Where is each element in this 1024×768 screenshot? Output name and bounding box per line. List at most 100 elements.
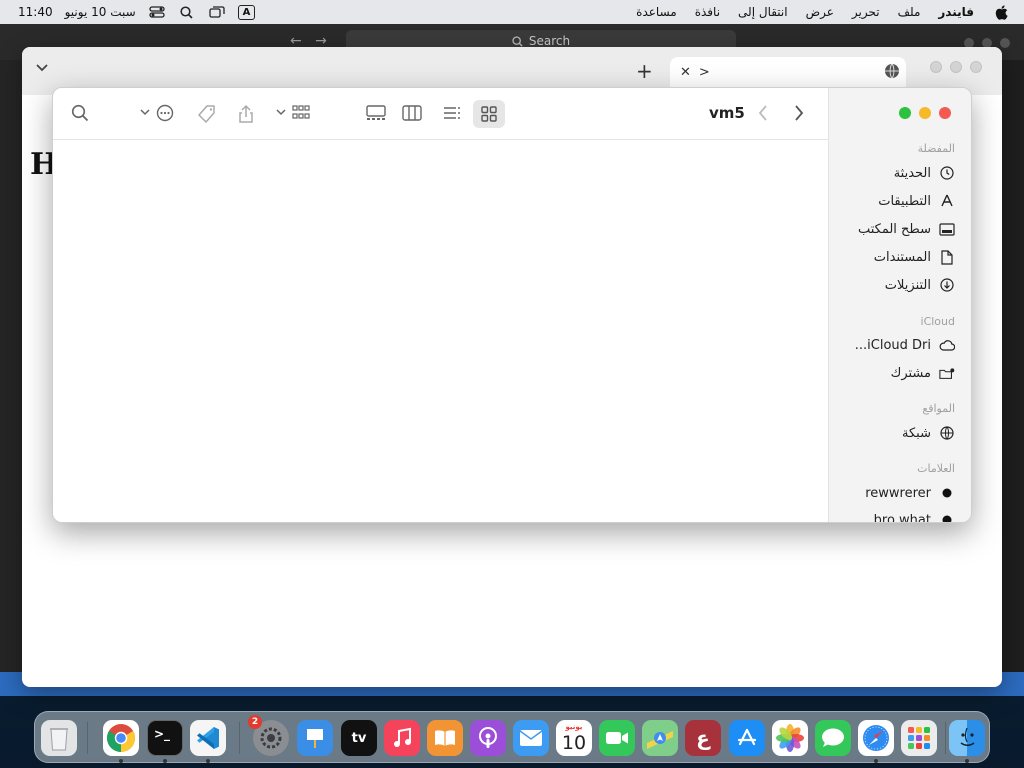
apple-tv-label: tv bbox=[351, 730, 367, 746]
calendar-icon[interactable]: يونيو 10 bbox=[556, 720, 592, 756]
input-source-badge[interactable]: A bbox=[237, 4, 256, 20]
menu-file[interactable]: ملف bbox=[898, 5, 921, 19]
search-icon bbox=[512, 35, 523, 47]
action-menu-button[interactable] bbox=[139, 104, 175, 122]
terminal-icon[interactable]: >_ bbox=[147, 720, 183, 756]
apple-tv-icon[interactable]: tv bbox=[341, 720, 377, 756]
sidebar-item-label: iCloud Dri... bbox=[854, 337, 931, 353]
sidebar-item-tag[interactable]: bro what bbox=[873, 509, 955, 523]
close-button[interactable] bbox=[939, 107, 951, 119]
sidebar-item-label: bro what bbox=[873, 512, 931, 523]
menu-edit[interactable]: تحرير bbox=[852, 5, 880, 19]
zoom-button[interactable] bbox=[899, 107, 911, 119]
icon-view-button[interactable] bbox=[473, 100, 505, 128]
sidebar-item-recents[interactable]: الحديثة bbox=[894, 162, 955, 184]
running-indicator bbox=[119, 759, 123, 763]
search-icon[interactable] bbox=[71, 104, 89, 122]
tag-icon[interactable] bbox=[197, 104, 217, 124]
menu-view[interactable]: عرض bbox=[806, 5, 834, 19]
books-icon[interactable] bbox=[427, 720, 463, 756]
running-indicator bbox=[965, 759, 969, 763]
tab-list-chevron-icon[interactable] bbox=[36, 61, 48, 75]
sidebar-item-label: rewwrerer bbox=[865, 485, 931, 501]
sidebar-heading-favorites: المفضلة bbox=[917, 142, 955, 155]
document-icon bbox=[939, 249, 955, 265]
dictionary-glyph: ع bbox=[696, 726, 710, 750]
finder-toolbar: vm5 bbox=[53, 88, 829, 140]
sidebar-item-shared[interactable]: مشترك bbox=[891, 362, 955, 384]
gallery-view-button[interactable] bbox=[365, 104, 387, 122]
network-globe-icon bbox=[939, 425, 955, 441]
sidebar-item-documents[interactable]: المستندات bbox=[874, 246, 955, 268]
sidebar-item-tag[interactable]: rewwrerer bbox=[865, 482, 955, 504]
app-name-menu[interactable]: فايندر bbox=[938, 5, 974, 19]
sidebar-item-label: سطح المكتب bbox=[857, 221, 931, 237]
clock[interactable]: 11:40 bbox=[18, 5, 53, 19]
finder-window-controls bbox=[899, 107, 951, 119]
sidebar-item-label: المستندات bbox=[873, 249, 931, 265]
sidebar-item-icloud-drive[interactable]: iCloud Dri... bbox=[855, 334, 955, 356]
spotlight-search-icon[interactable] bbox=[178, 5, 196, 19]
finder-window-title: vm5 bbox=[709, 104, 745, 122]
screen-mirroring-icon[interactable] bbox=[208, 5, 226, 19]
date[interactable]: سبت 10 يونيو bbox=[65, 5, 136, 19]
finder-sidebar: المفضلة الحديثة التطبيقات سطح المكتب الم… bbox=[828, 88, 971, 522]
photos-icon[interactable] bbox=[772, 720, 808, 756]
system-settings-icon[interactable]: 2 bbox=[248, 715, 289, 756]
menu-bar: 11:40 سبت 10 يونيو A مساعدة نافذة انتقال… bbox=[0, 0, 1024, 24]
facetime-icon[interactable] bbox=[599, 720, 635, 756]
vscode-icon[interactable] bbox=[190, 720, 226, 756]
forward-chevron-icon[interactable] bbox=[793, 104, 805, 122]
desktop-icon bbox=[939, 221, 955, 237]
music-icon[interactable] bbox=[384, 720, 420, 756]
launchpad-icon[interactable] bbox=[901, 720, 937, 756]
finder-window: vm5 المفضلة الحديثة التطبيقات سطح المكتب bbox=[52, 87, 972, 523]
share-icon[interactable] bbox=[237, 104, 255, 124]
sidebar-item-desktop[interactable]: سطح المكتب bbox=[858, 218, 955, 240]
control-center-icon[interactable] bbox=[148, 5, 166, 19]
chrome-icon[interactable] bbox=[103, 720, 139, 756]
column-view-button[interactable] bbox=[401, 104, 423, 122]
dock-separator bbox=[945, 722, 946, 754]
globe-icon bbox=[884, 63, 900, 83]
sidebar-item-downloads[interactable]: التنزيلات bbox=[885, 274, 955, 296]
calendar-day: 10 bbox=[561, 731, 587, 754]
dock-separator bbox=[239, 722, 240, 754]
dictionary-icon[interactable]: ع bbox=[685, 720, 721, 756]
calendar-month: يونيو bbox=[565, 722, 583, 731]
list-view-button[interactable] bbox=[441, 104, 463, 122]
group-by-button[interactable] bbox=[275, 104, 315, 122]
mail-icon[interactable] bbox=[513, 720, 549, 756]
cloud-icon bbox=[939, 337, 955, 353]
minimize-button[interactable] bbox=[919, 107, 931, 119]
menu-help[interactable]: مساعدة bbox=[636, 5, 677, 19]
browser-tab[interactable]: ✕ > bbox=[670, 57, 906, 87]
finder-content-area[interactable] bbox=[53, 141, 829, 522]
browser-window-controls[interactable] bbox=[930, 61, 982, 73]
clock-icon bbox=[939, 165, 955, 181]
tag-dot-icon bbox=[939, 512, 955, 522]
maps-icon[interactable] bbox=[642, 720, 678, 756]
podcasts-icon[interactable] bbox=[470, 720, 506, 756]
dock: >_ 2 tv يونيو 10 ع bbox=[34, 711, 990, 763]
sidebar-heading-icloud: iCloud bbox=[920, 315, 955, 328]
sidebar-item-label: مشترك bbox=[890, 365, 931, 381]
apple-logo-icon[interactable] bbox=[992, 4, 1010, 20]
ide-activity-bar bbox=[0, 60, 22, 672]
keynote-icon[interactable] bbox=[297, 720, 333, 756]
app-store-icon[interactable] bbox=[729, 720, 765, 756]
messages-icon[interactable] bbox=[815, 720, 851, 756]
running-indicator bbox=[206, 759, 210, 763]
close-tab-icon[interactable]: ✕ bbox=[680, 65, 691, 80]
menu-window[interactable]: نافذة bbox=[695, 5, 720, 19]
sidebar-item-applications[interactable]: التطبيقات bbox=[878, 190, 955, 212]
menu-go[interactable]: انتقال إلى bbox=[738, 5, 788, 19]
back-chevron-icon[interactable] bbox=[757, 104, 769, 122]
sidebar-item-network[interactable]: شبكة bbox=[902, 422, 955, 444]
safari-icon[interactable] bbox=[858, 720, 894, 756]
new-tab-button[interactable]: + bbox=[636, 59, 653, 83]
finder-icon[interactable] bbox=[949, 720, 985, 756]
trash-icon[interactable] bbox=[41, 720, 77, 756]
sidebar-item-label: الحديثة bbox=[893, 165, 931, 181]
running-indicator bbox=[163, 759, 167, 763]
